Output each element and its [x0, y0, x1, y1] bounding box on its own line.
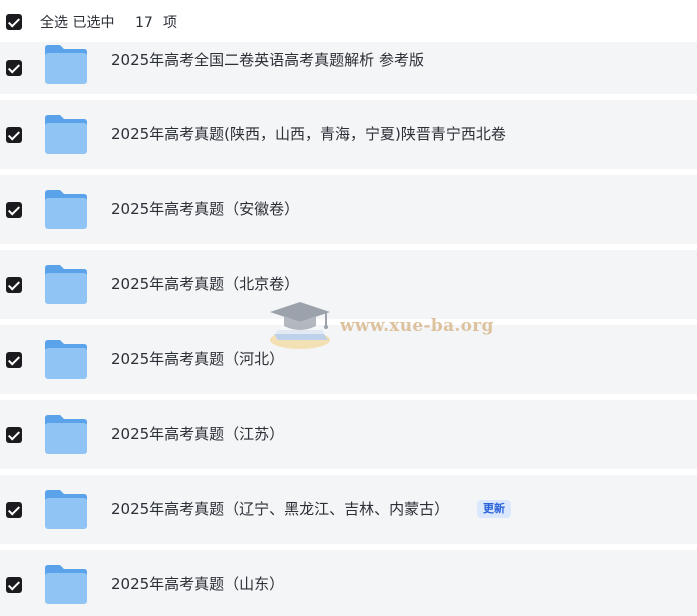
checkbox-checked-icon[interactable]: [6, 577, 22, 593]
select-all-label: 全选 已选中: [40, 15, 115, 31]
folder-icon: [45, 115, 87, 154]
checkbox-checked-icon[interactable]: [6, 127, 22, 143]
checkbox-checked-icon[interactable]: [6, 352, 22, 368]
list-item[interactable]: 2025年高考真题（山东）: [0, 550, 697, 616]
graduation-cap-icon: [270, 302, 330, 349]
row-title: 2025年高考真题（安徽卷）: [111, 200, 300, 218]
checkbox-checked-icon[interactable]: [6, 60, 22, 76]
row-title: 2025年高考真题（辽宁、黑龙江、吉林、内蒙古）: [111, 500, 450, 518]
checkbox-checked-icon[interactable]: [6, 202, 22, 218]
list-item[interactable]: 2025年高考真题（安徽卷）: [0, 175, 697, 244]
list-item[interactable]: 2025年高考真题（江苏）: [0, 400, 697, 469]
checkbox-checked-icon[interactable]: [6, 277, 22, 293]
row-title: 2025年高考全国二卷英语高考真题解析 参考版: [111, 51, 424, 69]
folder-icon: [45, 490, 87, 529]
row-title: 2025年高考真题（北京卷）: [111, 275, 300, 293]
folder-icon: [45, 265, 87, 304]
list-item[interactable]: 2025年高考真题(陕西，山西，青海，宁夏)陕晋青宁西北卷: [0, 100, 697, 169]
checkbox-checked-icon[interactable]: [6, 502, 22, 518]
folder-icon: [45, 45, 87, 84]
row-title: 2025年高考真题（山东）: [111, 575, 285, 593]
selected-count: 17: [135, 15, 153, 31]
folder-icon: [45, 340, 87, 379]
row-title: 2025年高考真题（河北）: [111, 350, 285, 368]
folder-icon: [45, 415, 87, 454]
selection-header: 全选 已选中 17 项: [0, 0, 697, 42]
selected-count-unit: 项: [163, 15, 177, 31]
row-title: 2025年高考真题（江苏）: [111, 425, 285, 443]
watermark-text: www.xue-ba.org: [340, 316, 494, 336]
update-badge: 更新: [477, 500, 511, 518]
folder-icon: [45, 565, 87, 604]
select-all-checkbox[interactable]: [6, 14, 22, 30]
list-item[interactable]: 2025年高考真题（辽宁、黑龙江、吉林、内蒙古） 更新: [0, 475, 697, 544]
checkbox-checked-icon[interactable]: [6, 427, 22, 443]
watermark: www.xue-ba.org: [268, 296, 498, 358]
folder-icon: [45, 190, 87, 229]
row-title: 2025年高考真题(陕西，山西，青海，宁夏)陕晋青宁西北卷: [111, 125, 506, 143]
